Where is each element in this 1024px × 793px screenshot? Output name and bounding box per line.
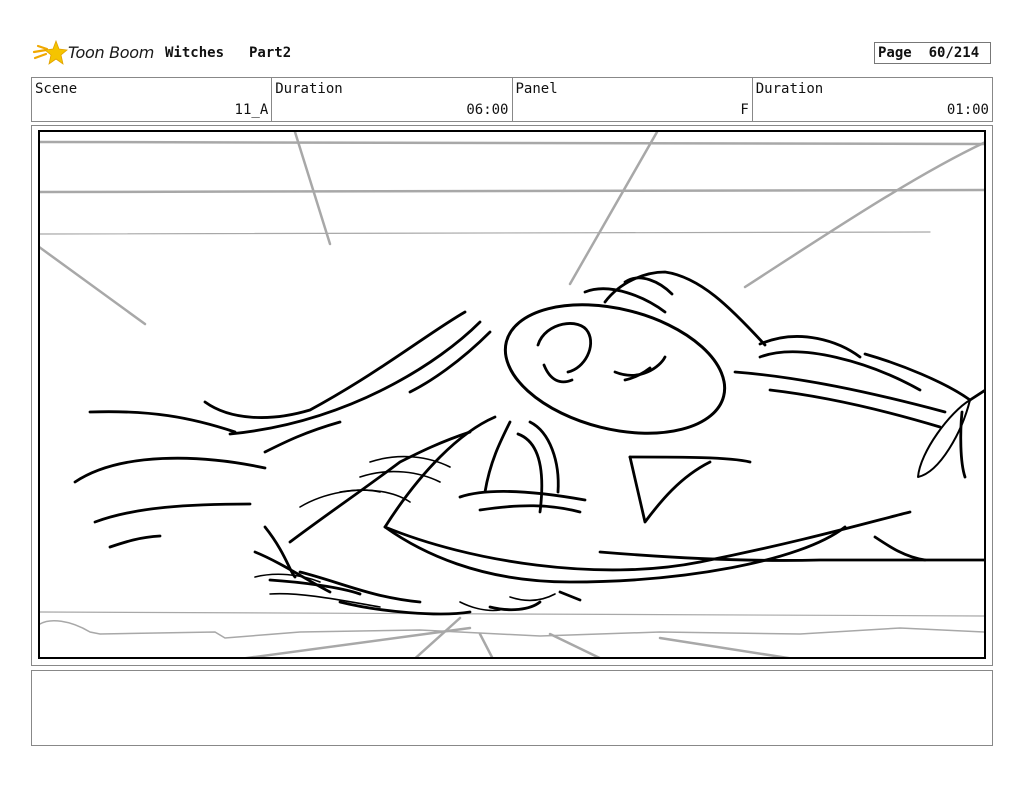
panel-cell: Panel F: [513, 78, 753, 121]
panel-info-bar: Scene 11_A Duration 06:00 Panel F Durati…: [31, 77, 993, 122]
panel-value: F: [740, 102, 749, 118]
part-name: Part2: [249, 45, 292, 61]
drawing-panel: [31, 125, 993, 666]
storyboard-header: Toon Boom Witches Part2 Page 60/214: [32, 36, 994, 70]
scene-duration-cell: Duration 06:00: [272, 78, 513, 121]
logo-text: Toon Boom: [68, 43, 155, 62]
panel-notes-box: [31, 670, 993, 746]
scene-cell: Scene 11_A: [32, 78, 273, 121]
page-value: 60/214: [928, 45, 980, 61]
panel-duration-label: Duration: [755, 81, 824, 97]
panel-duration-value: 01:00: [946, 102, 989, 118]
scene-value: 11_A: [234, 102, 269, 118]
sketch-drawing: [40, 132, 984, 657]
scene-duration-label: Duration: [275, 81, 343, 97]
star-logo-icon: [32, 39, 68, 65]
panel-duration-cell: Duration 01:00: [753, 78, 992, 121]
page-counter: Page 60/214: [874, 42, 991, 64]
drawing-frame: [38, 130, 986, 659]
scene-duration-value: 06:00: [466, 102, 509, 118]
character-sketch: [73, 270, 984, 616]
panel-label: Panel: [515, 81, 558, 97]
project-title: Witches: [165, 45, 225, 61]
scene-label: Scene: [35, 81, 78, 97]
toon-boom-logo: Toon Boom: [32, 38, 156, 68]
page-label: Page: [878, 45, 912, 61]
